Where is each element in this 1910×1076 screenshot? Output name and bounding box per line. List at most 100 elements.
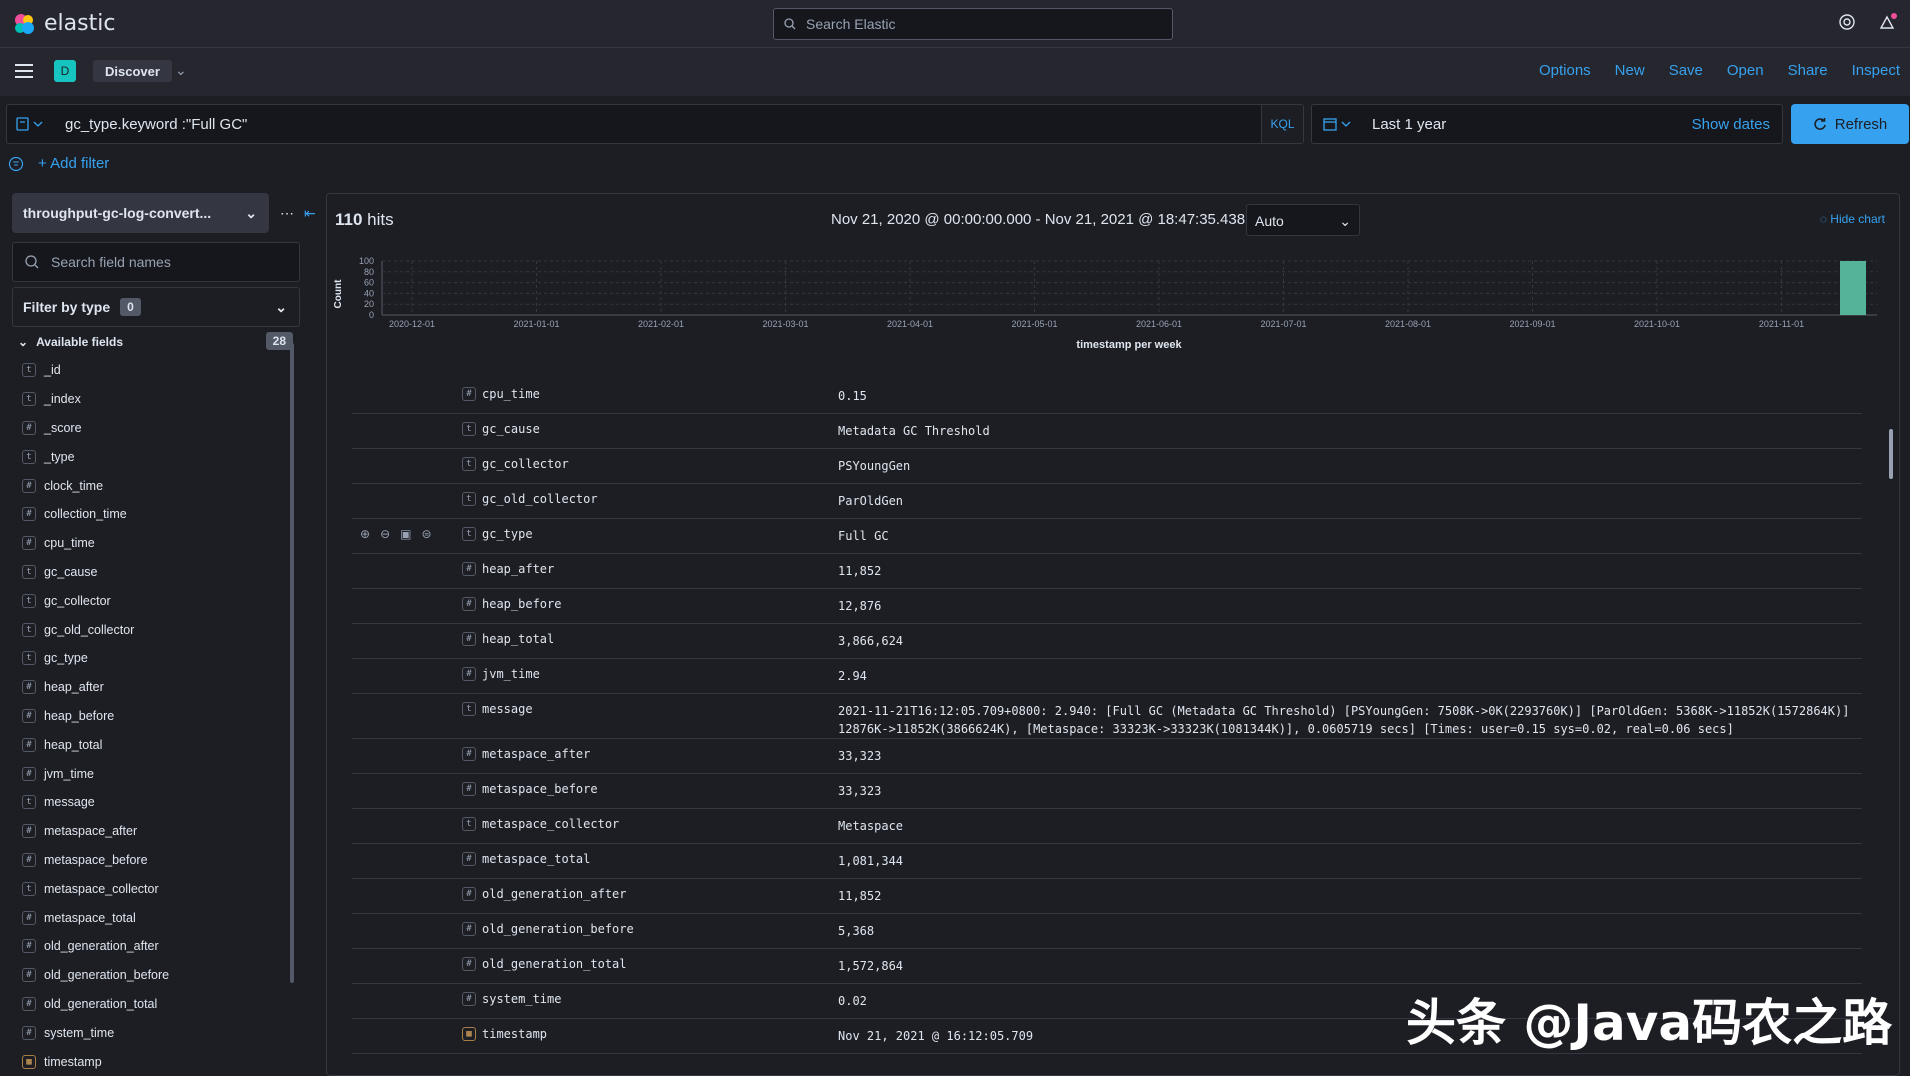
doc-field-value: Full GC bbox=[838, 529, 889, 543]
field-item[interactable]: t metaspace_collector bbox=[22, 874, 287, 903]
doc-field-name: gc_old_collector bbox=[482, 492, 598, 506]
field-item[interactable]: t _id bbox=[22, 356, 287, 385]
doc-field-name: message bbox=[482, 702, 533, 716]
search-elastic-input[interactable]: Search Elastic bbox=[773, 8, 1173, 40]
field-item[interactable]: # heap_total bbox=[22, 730, 287, 759]
menu-icon[interactable] bbox=[15, 64, 33, 82]
x-tick-label: 2021-10-01 bbox=[1634, 319, 1680, 329]
field-item[interactable]: # old_generation_after bbox=[22, 932, 287, 961]
breadcrumb-discover[interactable]: Discover bbox=[93, 60, 172, 82]
filter-for-value-icon[interactable]: ⊕ bbox=[360, 527, 370, 541]
search-field-names-input[interactable]: Search field names bbox=[12, 242, 300, 282]
y-tick-label: 100 bbox=[359, 256, 374, 266]
number-type-icon: # bbox=[462, 887, 476, 901]
doc-field-value: 33,323 bbox=[838, 784, 882, 798]
top-header: elastic Search Elastic bbox=[0, 0, 1910, 48]
doc-table-row: # heap_after 11,852 bbox=[352, 554, 1862, 589]
field-item[interactable]: t _index bbox=[22, 385, 287, 414]
query-input[interactable]: gc_type.keyword :"Full GC" bbox=[65, 116, 247, 133]
field-item[interactable]: # _score bbox=[22, 414, 287, 443]
index-pattern-selector[interactable]: throughput-gc-log-convert... ⌄ bbox=[12, 193, 269, 233]
doc-table-row: ⊕ ⊖ ▣ ⊜ t gc_type Full GC bbox=[352, 519, 1862, 554]
field-item[interactable]: # metaspace_before bbox=[22, 846, 287, 875]
show-dates-link[interactable]: Show dates bbox=[1692, 116, 1770, 133]
field-item[interactable]: # metaspace_after bbox=[22, 817, 287, 846]
doc-field-value: PSYoungGen bbox=[838, 459, 911, 473]
field-item[interactable]: # system_time bbox=[22, 1018, 287, 1047]
doc-field: # heap_before bbox=[462, 597, 838, 611]
interval-select[interactable]: Auto ⌄ bbox=[1246, 204, 1360, 236]
doc-field: # heap_after bbox=[462, 562, 838, 576]
field-item[interactable]: t gc_old_collector bbox=[22, 615, 287, 644]
sidebar-scrollbar[interactable] bbox=[290, 343, 294, 983]
filter-exists-icon[interactable]: ⊜ bbox=[421, 527, 431, 541]
field-item[interactable]: # heap_after bbox=[22, 673, 287, 702]
x-tick-label: 2021-03-01 bbox=[762, 319, 808, 329]
field-name: heap_before bbox=[44, 708, 115, 723]
doc-field-name: metaspace_after bbox=[482, 747, 591, 761]
doc-table-row: # old_generation_after 11,852 bbox=[352, 879, 1862, 914]
save-link[interactable]: Save bbox=[1669, 62, 1703, 79]
doc-field-name: heap_after bbox=[482, 562, 555, 576]
open-link[interactable]: Open bbox=[1727, 62, 1764, 79]
doc-field-value: 1,572,864 bbox=[838, 959, 904, 973]
field-list: t _id t _index # _score t _type # clock_time # coll… bbox=[22, 356, 287, 1076]
share-link[interactable]: Share bbox=[1788, 62, 1828, 79]
more-options-icon[interactable]: ⋯ bbox=[280, 205, 294, 222]
field-item[interactable]: t message bbox=[22, 788, 287, 817]
x-tick-label: 2021-06-01 bbox=[1136, 319, 1182, 329]
doc-field-value: 11,852 bbox=[838, 564, 882, 578]
date-range-label[interactable]: Last 1 year bbox=[1372, 116, 1446, 133]
field-item[interactable]: # collection_time bbox=[22, 500, 287, 529]
string-type-icon: t bbox=[22, 363, 36, 378]
filter-out-value-icon[interactable]: ⊖ bbox=[380, 527, 390, 541]
field-item[interactable]: # metaspace_total bbox=[22, 903, 287, 932]
toggle-column-icon[interactable]: ▣ bbox=[400, 527, 411, 541]
help-icon[interactable] bbox=[1838, 13, 1856, 36]
doc-field-name: system_time bbox=[482, 992, 562, 1006]
add-filter-link[interactable]: + Add filter bbox=[38, 155, 109, 172]
doc-field: # heap_total bbox=[462, 632, 838, 646]
number-type-icon: # bbox=[462, 957, 476, 971]
date-type-icon: ▦ bbox=[22, 1054, 36, 1069]
space-avatar[interactable]: D bbox=[54, 60, 76, 82]
field-item[interactable]: # clock_time bbox=[22, 471, 287, 500]
kql-toggle[interactable]: KQL bbox=[1261, 105, 1303, 143]
doc-field-name: old_generation_total bbox=[482, 957, 627, 971]
doc-field: # metaspace_after bbox=[462, 747, 838, 761]
refresh-button[interactable]: Refresh bbox=[1791, 104, 1909, 144]
elastic-logo[interactable]: elastic bbox=[12, 11, 115, 36]
calendar-icon[interactable] bbox=[1322, 116, 1354, 135]
hide-chart-link[interactable]: ◌ Hide chart bbox=[1820, 212, 1885, 226]
y-axis-label: Count bbox=[333, 279, 344, 309]
field-item[interactable]: # old_generation_total bbox=[22, 990, 287, 1019]
doc-field-name: jvm_time bbox=[482, 667, 540, 681]
new-link[interactable]: New bbox=[1615, 62, 1645, 79]
doc-table-row: t gc_collector PSYoungGen bbox=[352, 449, 1862, 484]
available-fields-header[interactable]: ⌄ Available fields 28 bbox=[18, 332, 293, 350]
inspect-link[interactable]: Inspect bbox=[1852, 62, 1900, 79]
field-item[interactable]: # cpu_time bbox=[22, 529, 287, 558]
field-item[interactable]: # jvm_time bbox=[22, 759, 287, 788]
field-item[interactable]: t gc_type bbox=[22, 644, 287, 673]
doc-table-row: # old_generation_before 5,368 bbox=[352, 914, 1862, 949]
options-link[interactable]: Options bbox=[1539, 62, 1591, 79]
field-item[interactable]: # heap_before bbox=[22, 702, 287, 731]
field-item[interactable]: t gc_cause bbox=[22, 558, 287, 587]
histogram-chart: 100806040200 2020-12-01 2021-01-01 2021-02-… bbox=[333, 256, 1877, 351]
filter-by-type-button[interactable]: Filter by type 0 ⌄ bbox=[12, 287, 300, 327]
field-item[interactable]: t gc_collector bbox=[22, 586, 287, 615]
collapse-sidebar-icon[interactable]: ⇤ bbox=[304, 205, 316, 222]
refresh-icon bbox=[1814, 118, 1826, 130]
field-item[interactable]: # old_generation_before bbox=[22, 961, 287, 990]
results-scrollbar[interactable] bbox=[1889, 429, 1893, 479]
field-item[interactable]: ▦ timestamp bbox=[22, 1047, 287, 1076]
field-name: message bbox=[44, 795, 95, 810]
chevron-down-icon[interactable]: ⌄ bbox=[175, 62, 187, 79]
field-item[interactable]: t _type bbox=[22, 442, 287, 471]
saved-query-icon[interactable] bbox=[15, 116, 47, 135]
refresh-label: Refresh bbox=[1834, 115, 1888, 133]
field-name: system_time bbox=[44, 1025, 115, 1040]
filter-menu-icon[interactable] bbox=[8, 156, 24, 172]
newsfeed-icon[interactable] bbox=[1878, 13, 1898, 36]
